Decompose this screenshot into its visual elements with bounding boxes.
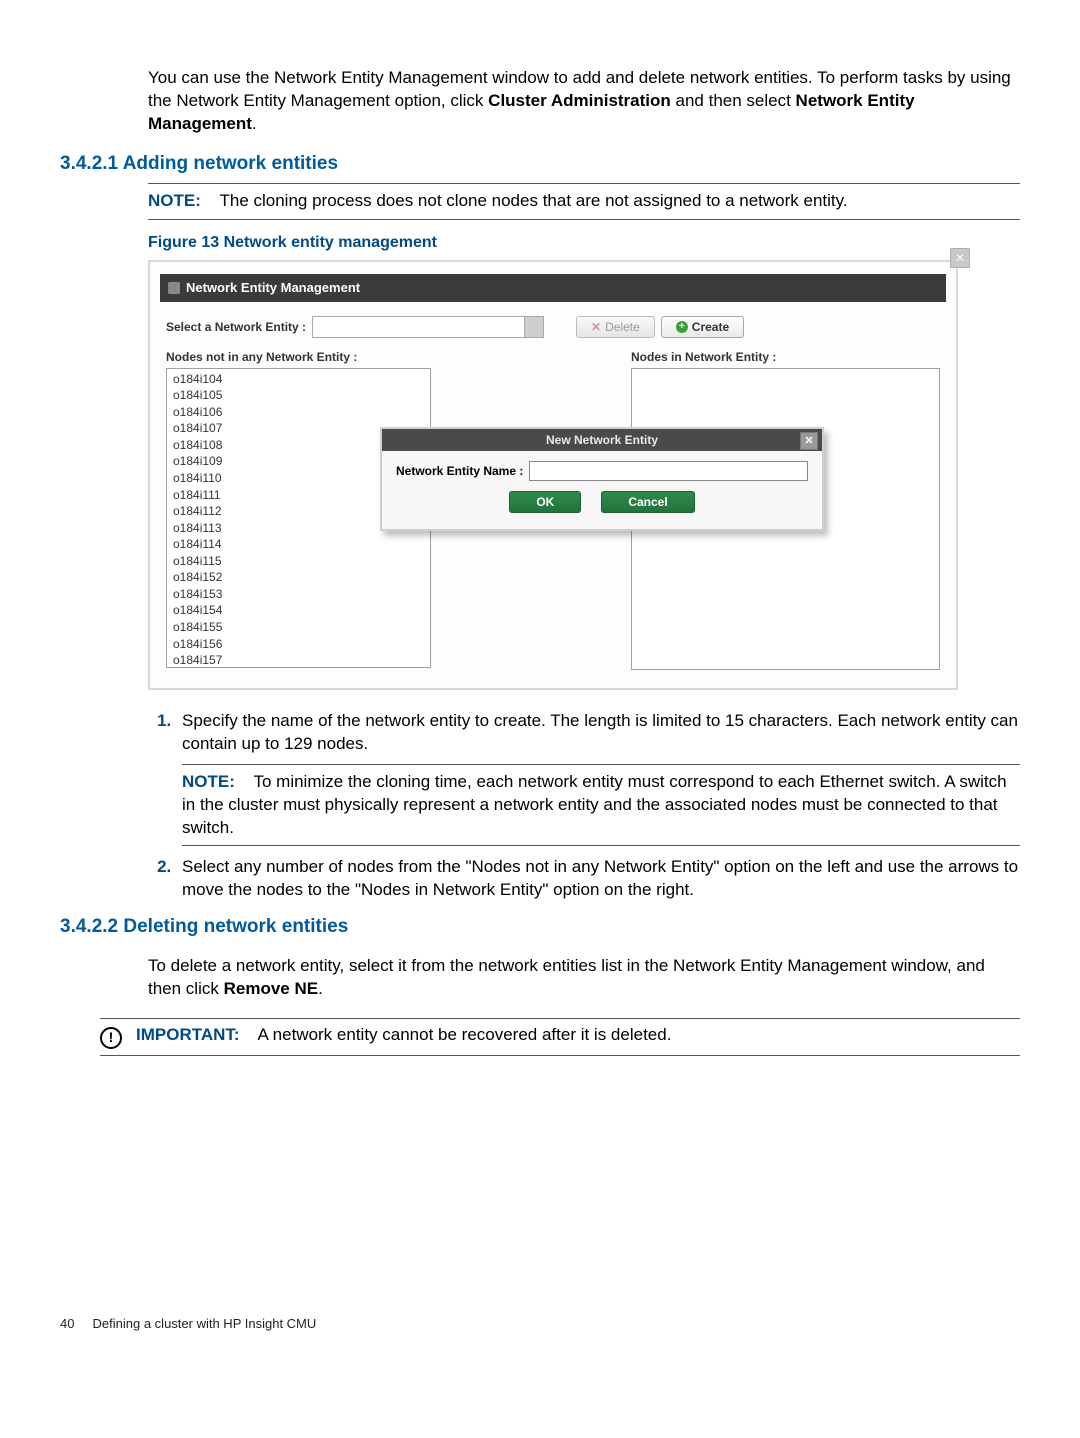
list-item[interactable]: o184i156 [173, 636, 424, 653]
dialog-title: New Network Entity [546, 433, 658, 447]
list-item[interactable]: o184i155 [173, 619, 424, 636]
step-1-text: Specify the name of the network entity t… [182, 711, 1018, 753]
dialog-titlebar: New Network Entity ✕ [382, 429, 822, 451]
intro-bold-1: Cluster Administration [488, 91, 671, 110]
steps-list: Specify the name of the network entity t… [148, 710, 1020, 903]
important-icon: ! [100, 1027, 122, 1049]
note-label-2: NOTE: [182, 772, 235, 791]
list-item[interactable]: o184i157 [173, 652, 424, 668]
entity-name-input[interactable] [529, 461, 808, 481]
list-item[interactable]: o184i152 [173, 569, 424, 586]
plus-icon: + [676, 321, 688, 333]
step-2: Select any number of nodes from the "Nod… [176, 856, 1020, 902]
figure-caption: Figure 13 Network entity management [148, 234, 1020, 252]
note-label: NOTE: [148, 191, 201, 210]
page-number: 40 [60, 1316, 74, 1331]
delete-paragraph: To delete a network entity, select it fr… [148, 955, 1020, 1001]
delete-button: ✕ Delete [576, 316, 655, 338]
intro-paragraph: You can use the Network Entity Managemen… [148, 67, 1020, 136]
ok-button[interactable]: OK [509, 491, 581, 513]
chapter-title: Defining a cluster with HP Insight CMU [93, 1316, 317, 1331]
window-title: Network Entity Management [186, 280, 360, 295]
entity-name-label: Network Entity Name : [396, 464, 523, 478]
delete-bold-1: Remove NE [224, 979, 318, 998]
app-icon [168, 282, 180, 294]
note-text-2: To minimize the cloning time, each netwo… [182, 772, 1007, 837]
dialog-close-icon[interactable]: ✕ [800, 432, 818, 450]
list-item[interactable]: o184i153 [173, 586, 424, 603]
step-1: Specify the name of the network entity t… [176, 710, 1020, 847]
create-button-label: Create [692, 320, 729, 334]
window-titlebar: Network Entity Management [160, 274, 946, 302]
delete-icon: ✕ [591, 320, 601, 334]
section-adding-num: 3.4.2.1 [60, 153, 118, 174]
intro-text-2: and then select [671, 91, 796, 110]
list-item[interactable]: o184i106 [173, 404, 424, 421]
important-label: IMPORTANT: [136, 1025, 240, 1044]
list-item[interactable]: o184i154 [173, 602, 424, 619]
select-entity-dropdown[interactable] [312, 316, 544, 338]
delete-button-label: Delete [605, 320, 640, 334]
new-network-entity-dialog: New Network Entity ✕ Network Entity Name… [380, 427, 824, 531]
close-icon[interactable]: ✕ [950, 248, 970, 268]
note-cloning: NOTE: The cloning process does not clone… [148, 183, 1020, 220]
note-minimize-cloning: NOTE: To minimize the cloning time, each… [182, 764, 1020, 847]
delete-text-2: . [318, 979, 323, 998]
important-text: A network entity cannot be recovered aft… [258, 1025, 672, 1044]
list-item[interactable]: o184i115 [173, 553, 424, 570]
right-list-label: Nodes in Network Entity : [631, 350, 940, 364]
list-item[interactable]: o184i114 [173, 536, 424, 553]
cancel-button[interactable]: Cancel [601, 491, 694, 513]
step-2-text: Select any number of nodes from the "Nod… [182, 857, 1018, 899]
section-adding-heading: 3.4.2.1 Adding network entities [60, 153, 1020, 175]
list-item[interactable]: o184i104 [173, 371, 424, 388]
create-button[interactable]: + Create [661, 316, 744, 338]
page-footer: 40 Defining a cluster with HP Insight CM… [60, 1316, 1020, 1331]
left-list-label: Nodes not in any Network Entity : [166, 350, 431, 364]
section-deleting-heading: 3.4.2.2 Deleting network entities [60, 916, 1020, 938]
select-entity-label: Select a Network Entity : [166, 320, 306, 334]
intro-text-3: . [252, 114, 257, 133]
section-adding-title: Adding network entities [123, 153, 338, 174]
list-item[interactable]: o184i105 [173, 387, 424, 404]
section-deleting-num: 3.4.2.2 [60, 916, 118, 937]
screenshot-network-entity-mgmt: ✕ Network Entity Management Select a Net… [148, 260, 958, 690]
important-block: ! IMPORTANT: A network entity cannot be … [100, 1018, 1020, 1056]
section-deleting-title: Deleting network entities [123, 916, 348, 937]
note-text: The cloning process does not clone nodes… [219, 191, 847, 210]
